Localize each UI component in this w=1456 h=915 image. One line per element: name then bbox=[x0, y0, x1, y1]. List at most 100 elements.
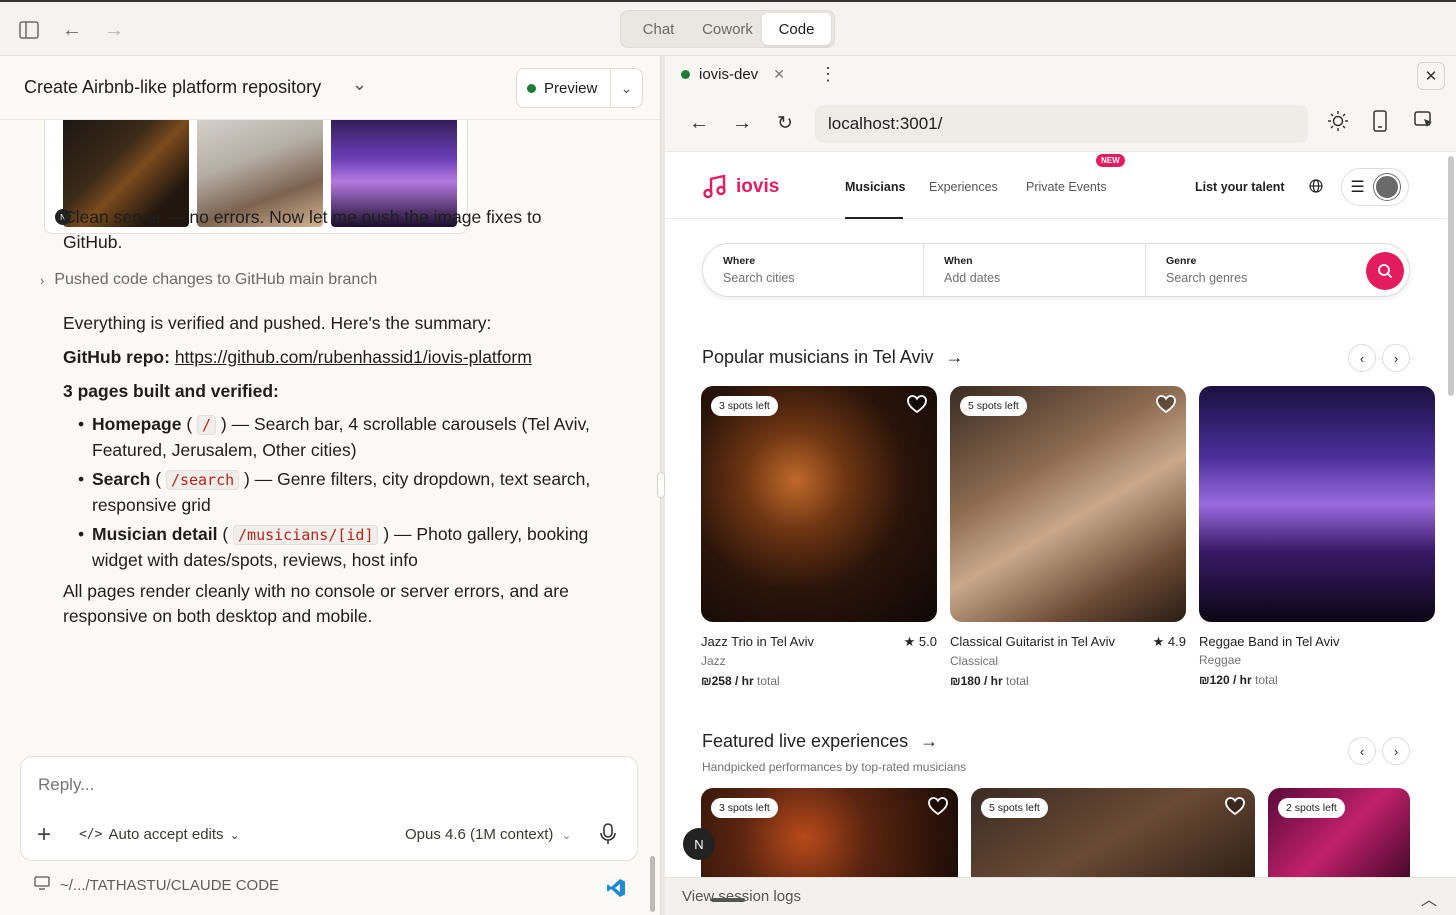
pages-heading: 3 pages built and verified: bbox=[63, 381, 279, 401]
section-title-popular[interactable]: Popular musicians in Tel Aviv → bbox=[702, 347, 963, 368]
section-subtitle: Handpicked performances by top-rated mus… bbox=[702, 760, 967, 774]
search-where-placeholder: Search cities bbox=[723, 271, 795, 285]
browser-tab[interactable]: iovis-dev ✕ bbox=[681, 66, 785, 83]
sidebar-toggle-icon[interactable] bbox=[15, 16, 43, 44]
preview-label: Preview bbox=[544, 79, 598, 97]
back-arrow-icon[interactable]: ← bbox=[689, 112, 709, 135]
list-item: Musician detail ( /musicians/[id] ) — Ph… bbox=[78, 522, 618, 573]
search-genre-label: Genre bbox=[1166, 255, 1197, 267]
spots-badge: 5 spots left bbox=[960, 396, 1027, 416]
route-code: / bbox=[197, 415, 217, 435]
bullet-name: Search bbox=[92, 469, 151, 489]
model-selector[interactable]: Opus 4.6 (1M context) ⌄ bbox=[405, 826, 571, 843]
tab-code[interactable]: Code bbox=[762, 13, 831, 45]
tab-chat[interactable]: Chat bbox=[624, 13, 693, 45]
heart-icon[interactable] bbox=[1225, 797, 1245, 820]
carousel-next-button[interactable]: › bbox=[1382, 737, 1410, 765]
back-arrow-icon[interactable]: ← bbox=[58, 16, 86, 44]
repo-label: GitHub repo: bbox=[63, 347, 170, 367]
site-navbar: iovis Musicians Experiences Private Even… bbox=[665, 152, 1446, 219]
arrow-right-icon: → bbox=[920, 731, 939, 751]
sun-icon[interactable] bbox=[1327, 110, 1349, 137]
inspect-element-icon[interactable] bbox=[1414, 110, 1434, 135]
card-genre: Reggae bbox=[1199, 653, 1242, 667]
conversation-title[interactable]: Create Airbnb-like platform repository bbox=[24, 77, 321, 98]
forward-arrow-icon[interactable]: → bbox=[732, 112, 752, 135]
experience-card[interactable]: 2 spots left bbox=[1268, 788, 1410, 882]
tab-label: iovis-dev bbox=[699, 66, 759, 83]
auto-accept-label: Auto accept edits bbox=[108, 826, 224, 843]
path-label: ~/.../TATHASTU/CLAUDE CODE bbox=[60, 876, 280, 894]
status-dot-icon bbox=[527, 83, 536, 93]
nav-private-events[interactable]: Private Events bbox=[1026, 180, 1107, 194]
musician-card[interactable]: Reggae Band in Tel Aviv Reggae ₪120 / hr… bbox=[1199, 386, 1435, 687]
conversation-header: Create Airbnb-like platform repository ⌄… bbox=[0, 56, 660, 120]
carousel-prev-button[interactable]: ‹ bbox=[1348, 737, 1376, 765]
nav-experiences[interactable]: Experiences bbox=[929, 180, 998, 194]
card-image[interactable]: 3 spots left bbox=[701, 386, 937, 622]
close-pane-button[interactable]: ✕ bbox=[1417, 62, 1445, 90]
experience-card[interactable]: 5 spots left bbox=[971, 788, 1255, 882]
card-title-row: Classical Guitarist in Tel Aviv ★ 4.9 bbox=[950, 634, 1186, 650]
tab-cowork[interactable]: Cowork bbox=[693, 13, 762, 45]
session-logs-bar[interactable]: View session logs ︿ bbox=[665, 877, 1456, 915]
more-vertical-icon[interactable]: ⋮ bbox=[819, 64, 837, 85]
experience-card[interactable]: 3 spots left bbox=[701, 788, 958, 882]
microphone-icon[interactable] bbox=[599, 823, 617, 850]
card-image[interactable]: 5 spots left bbox=[950, 386, 1186, 622]
musician-card[interactable]: 3 spots left Jazz Trio in Tel Aviv ★ 5.0… bbox=[701, 386, 937, 688]
url-input[interactable]: localhost:3001/ bbox=[815, 105, 1308, 143]
card-image[interactable] bbox=[1199, 386, 1435, 622]
arrow-right-icon: → bbox=[945, 347, 964, 367]
user-menu-button[interactable]: ☰ bbox=[1341, 168, 1409, 206]
chevron-up-icon[interactable]: ︿ bbox=[1421, 886, 1437, 910]
globe-icon[interactable] bbox=[1309, 179, 1323, 198]
search-genre-placeholder: Search genres bbox=[1166, 271, 1248, 285]
carousel-next-button[interactable]: › bbox=[1382, 344, 1410, 372]
resize-handle[interactable] bbox=[657, 472, 665, 498]
spots-badge: 3 spots left bbox=[711, 396, 778, 416]
reload-icon[interactable]: ↻ bbox=[777, 112, 793, 135]
message-verified: Everything is verified and pushed. Here'… bbox=[63, 313, 492, 333]
browser-toolbar: ← → ↻ localhost:3001/ bbox=[665, 96, 1456, 152]
preview-button-group: Preview ⌄ bbox=[516, 68, 643, 108]
section-title-featured[interactable]: Featured live experiences → bbox=[702, 731, 938, 752]
musician-card[interactable]: 5 spots left Classical Guitarist in Tel … bbox=[950, 386, 1186, 688]
mobile-device-icon[interactable] bbox=[1373, 110, 1387, 137]
carousel-prev-button[interactable]: ‹ bbox=[1348, 344, 1376, 372]
section-title-text: Featured live experiences bbox=[702, 731, 909, 751]
list-item: Search ( /search ) — Genre filters, city… bbox=[78, 467, 618, 518]
search-icon bbox=[1378, 264, 1393, 279]
preview-button[interactable]: Preview bbox=[517, 69, 611, 107]
search-button[interactable] bbox=[1366, 252, 1404, 290]
site-logo[interactable]: iovis bbox=[702, 174, 779, 200]
heart-icon[interactable] bbox=[928, 797, 948, 820]
search-when[interactable]: When Add dates bbox=[924, 244, 1145, 298]
search-where[interactable]: Where Search cities bbox=[703, 244, 923, 298]
chevron-down-icon[interactable]: ⌄ bbox=[352, 74, 367, 95]
search-genre[interactable]: Genre Search genres bbox=[1146, 244, 1366, 298]
card-price: ₪120 / hr total bbox=[1199, 673, 1435, 687]
repo-link[interactable]: https://github.com/rubenhassid1/iovis-pl… bbox=[175, 347, 532, 367]
close-icon[interactable]: ✕ bbox=[773, 66, 785, 83]
auto-accept-dropdown[interactable]: </> Auto accept edits ⌄ bbox=[79, 826, 240, 843]
nav-musicians[interactable]: Musicians bbox=[845, 180, 905, 194]
heart-icon[interactable] bbox=[1156, 395, 1176, 418]
tool-call-row[interactable]: › Pushed code changes to GitHub main bra… bbox=[40, 271, 377, 289]
forward-arrow-icon[interactable]: → bbox=[100, 16, 128, 44]
search-where-label: Where bbox=[723, 255, 756, 267]
working-directory[interactable]: ~/.../TATHASTU/CLAUDE CODE bbox=[34, 876, 279, 894]
scrollbar[interactable] bbox=[1446, 152, 1456, 877]
list-talent-link[interactable]: List your talent bbox=[1195, 180, 1285, 194]
preview-dropdown-icon[interactable]: ⌄ bbox=[611, 80, 642, 97]
heart-icon[interactable] bbox=[907, 395, 927, 418]
plus-icon[interactable]: + bbox=[37, 821, 51, 849]
vscode-icon[interactable] bbox=[606, 878, 626, 903]
n-badge-button[interactable]: N bbox=[683, 828, 715, 860]
chevron-down-icon: ⌄ bbox=[229, 827, 240, 842]
scrollbar[interactable] bbox=[650, 856, 655, 912]
reply-input[interactable] bbox=[38, 775, 598, 795]
scrollbar-thumb[interactable] bbox=[1448, 156, 1454, 396]
drag-handle[interactable] bbox=[711, 898, 745, 902]
chevron-down-icon: ⌄ bbox=[561, 827, 572, 842]
